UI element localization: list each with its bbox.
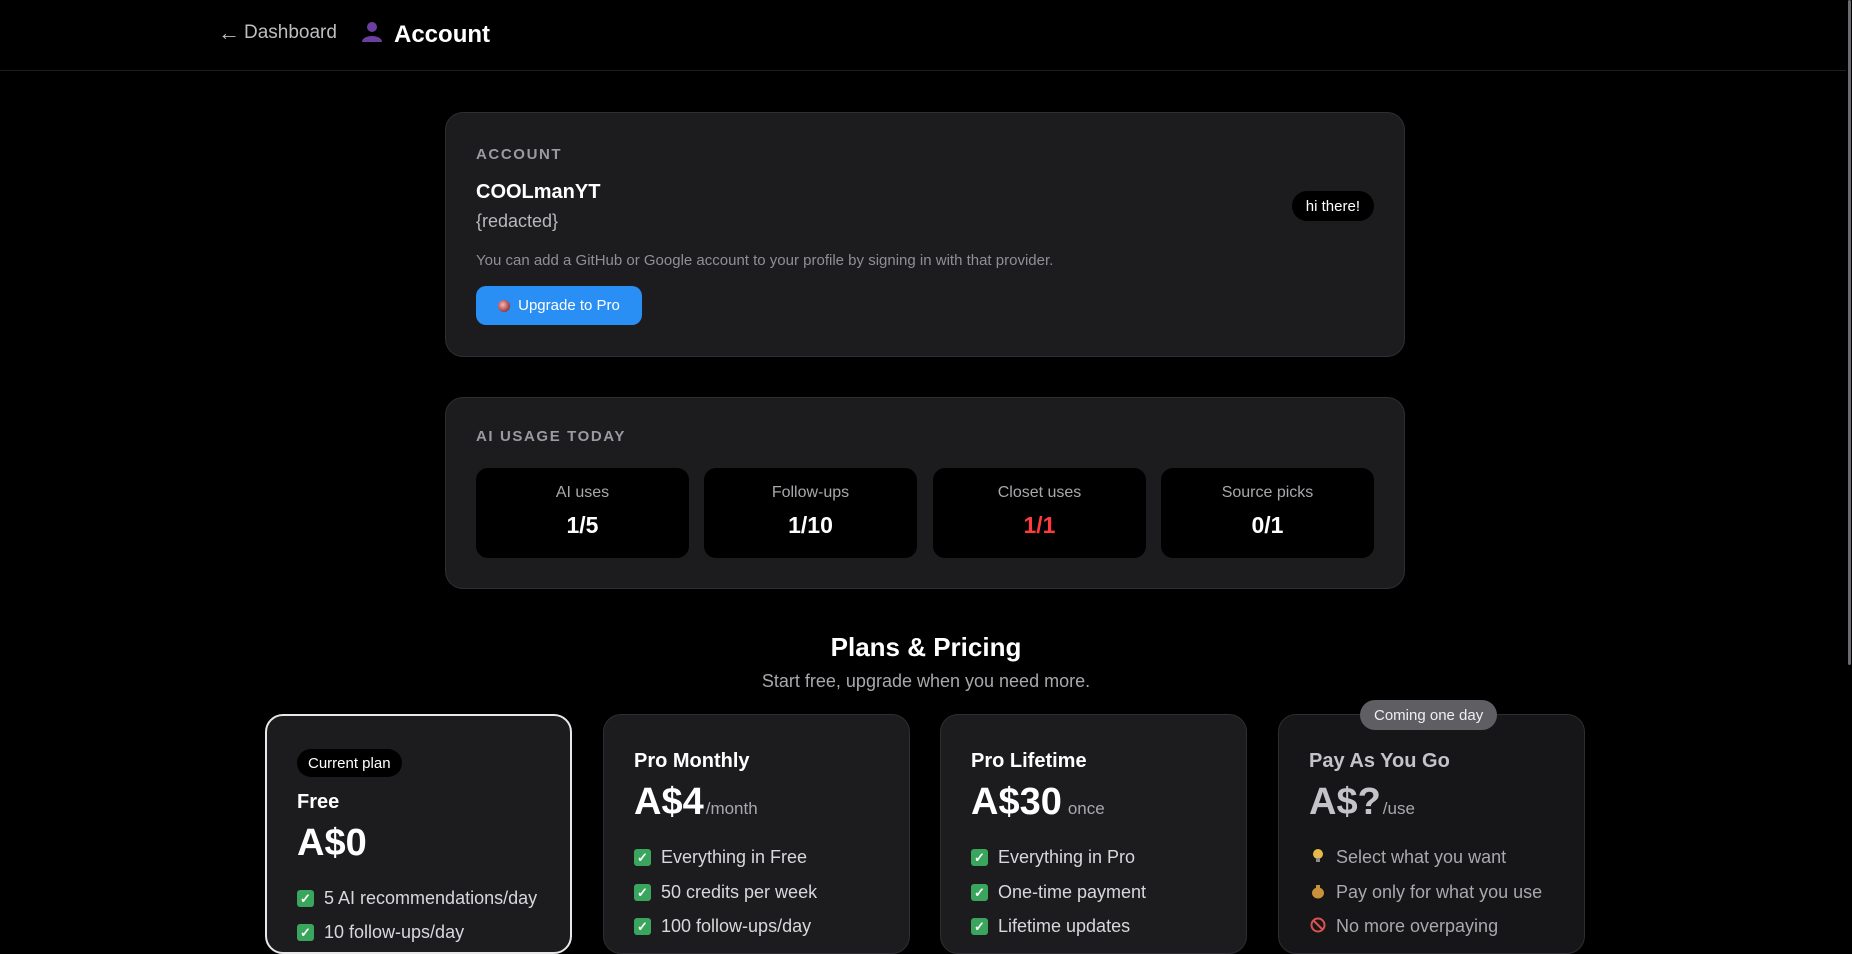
stat-follow-ups: Follow-ups 1/10 — [704, 468, 917, 558]
check-icon: ✓ — [971, 884, 988, 901]
check-icon: ✓ — [297, 890, 314, 907]
plan-feature: ✓ 100 follow-ups/day — [634, 916, 811, 937]
back-link-label: Dashboard — [244, 22, 337, 43]
check-icon: ✓ — [634, 849, 651, 866]
stat-label: Source picks — [1221, 484, 1314, 501]
plans-subtitle: Start free, upgrade when you need more. — [761, 671, 1091, 691]
plan-card-pro-monthly[interactable]: Pro Monthly A$4 /month ✓ Everything in F… — [603, 714, 910, 954]
feature-text: Lifetime updates — [998, 916, 1131, 936]
feature-text: 50 credits per week — [661, 882, 818, 902]
plan-price: A$30 once — [971, 781, 1105, 824]
check-icon: ✓ — [297, 924, 314, 941]
stat-value: 0/1 — [1251, 512, 1284, 538]
username: COOLmanYT — [476, 181, 601, 203]
plan-feature: ✓ 5 AI recommendations/day — [297, 888, 537, 909]
usage-section-label: AI USAGE TODAY — [476, 428, 626, 445]
plan-price: A$0 — [297, 822, 367, 865]
stat-value: 1/10 — [788, 512, 833, 538]
check-icon: ✓ — [634, 884, 651, 901]
plan-feature: Select what you want — [1309, 847, 1506, 868]
stat-label: Closet uses — [997, 484, 1082, 501]
stat-label: Follow-ups — [771, 484, 850, 501]
plan-feature: ✓ One-time payment — [971, 882, 1146, 903]
ai-usage-card: AI USAGE TODAY AI uses 1/5 Follow-ups 1/… — [445, 397, 1405, 589]
stat-source-picks: Source picks 0/1 — [1161, 468, 1374, 558]
plan-card-pro-lifetime[interactable]: Pro Lifetime A$30 once ✓ Everything in P… — [940, 714, 1247, 954]
stat-value: 1/5 — [566, 512, 599, 538]
plan-name: Pay As You Go — [1309, 750, 1450, 772]
current-plan-badge: Current plan — [297, 749, 402, 777]
price-amount: A$0 — [297, 822, 367, 864]
account-section-label: ACCOUNT — [476, 146, 563, 163]
account-card: ACCOUNT COOLmanYT {redacted} You can add… — [445, 112, 1405, 357]
feature-text: Pay only for what you use — [1336, 882, 1543, 902]
check-icon: ✓ — [971, 918, 988, 935]
plan-name: Free — [297, 791, 340, 813]
feature-text: Everything in Pro — [998, 847, 1136, 867]
scrollbar-thumb[interactable] — [1848, 0, 1851, 665]
price-amount: A$? — [1309, 781, 1381, 823]
plans-title: Plans & Pricing — [830, 632, 1022, 662]
feature-text: One-time payment — [998, 882, 1147, 902]
back-to-dashboard-link[interactable]: ← Dashboard — [218, 22, 337, 44]
stat-value-limit-reached: 1/1 — [1023, 512, 1056, 538]
plan-card-free[interactable]: Current plan Free A$0 ✓ 5 AI recommendat… — [265, 714, 572, 954]
feature-text: Select what you want — [1336, 847, 1507, 867]
plan-feature: No more overpaying — [1309, 916, 1498, 937]
feature-text: 100 follow-ups/day — [661, 916, 812, 936]
greeting-pill: hi there! — [1291, 191, 1374, 221]
feature-text: No more overpaying — [1336, 916, 1499, 936]
plan-price: A$4 /month — [634, 781, 758, 824]
plan-price: A$? /use — [1309, 781, 1415, 824]
stat-label: AI uses — [555, 484, 610, 501]
plan-feature: ✓ 10 follow-ups/day — [297, 922, 464, 943]
plan-feature: ✓ Everything in Pro — [971, 847, 1135, 868]
plan-feature: ✓ Lifetime updates — [971, 916, 1130, 937]
check-icon: ✓ — [971, 849, 988, 866]
link-provider-hint: You can add a GitHub or Google account t… — [476, 252, 1054, 269]
price-period: once — [1067, 799, 1105, 818]
money-bag-icon — [1309, 883, 1326, 902]
page-title: Account — [360, 19, 490, 50]
stat-ai-uses: AI uses 1/5 — [476, 468, 689, 558]
price-period: /month — [705, 799, 758, 818]
upgrade-to-pro-button[interactable]: Upgrade to Pro — [476, 286, 642, 325]
feature-text: 5 AI recommendations/day — [324, 888, 538, 908]
plan-feature: ✓ 50 credits per week — [634, 882, 817, 903]
price-amount: A$30 — [971, 781, 1062, 823]
back-arrow-icon: ← — [218, 20, 240, 45]
coming-soon-badge: Coming one day — [1360, 700, 1498, 730]
feature-text: Everything in Free — [661, 847, 808, 867]
check-icon: ✓ — [634, 918, 651, 935]
lightbulb-icon — [1309, 848, 1326, 867]
price-period: /use — [1382, 799, 1415, 818]
page-title-text: Account — [394, 20, 490, 48]
user-silhouette-icon — [360, 19, 384, 50]
plan-name: Pro Monthly — [634, 750, 750, 772]
gem-icon — [498, 299, 511, 312]
plan-name: Pro Lifetime — [971, 750, 1087, 772]
feature-text: 10 follow-ups/day — [324, 922, 465, 942]
plan-feature: ✓ Everything in Free — [634, 847, 807, 868]
plan-feature: Pay only for what you use — [1309, 882, 1542, 903]
stat-closet-uses: Closet uses 1/1 — [933, 468, 1146, 558]
upgrade-button-label: Upgrade to Pro — [518, 297, 620, 314]
email: {redacted} — [476, 211, 559, 231]
plan-card-pay-as-you-go: Pay As You Go A$? /use Select what you w… — [1278, 714, 1585, 954]
prohibited-icon — [1309, 917, 1326, 936]
price-amount: A$4 — [634, 781, 704, 823]
top-bar: ← Dashboard Account — [0, 0, 1852, 71]
